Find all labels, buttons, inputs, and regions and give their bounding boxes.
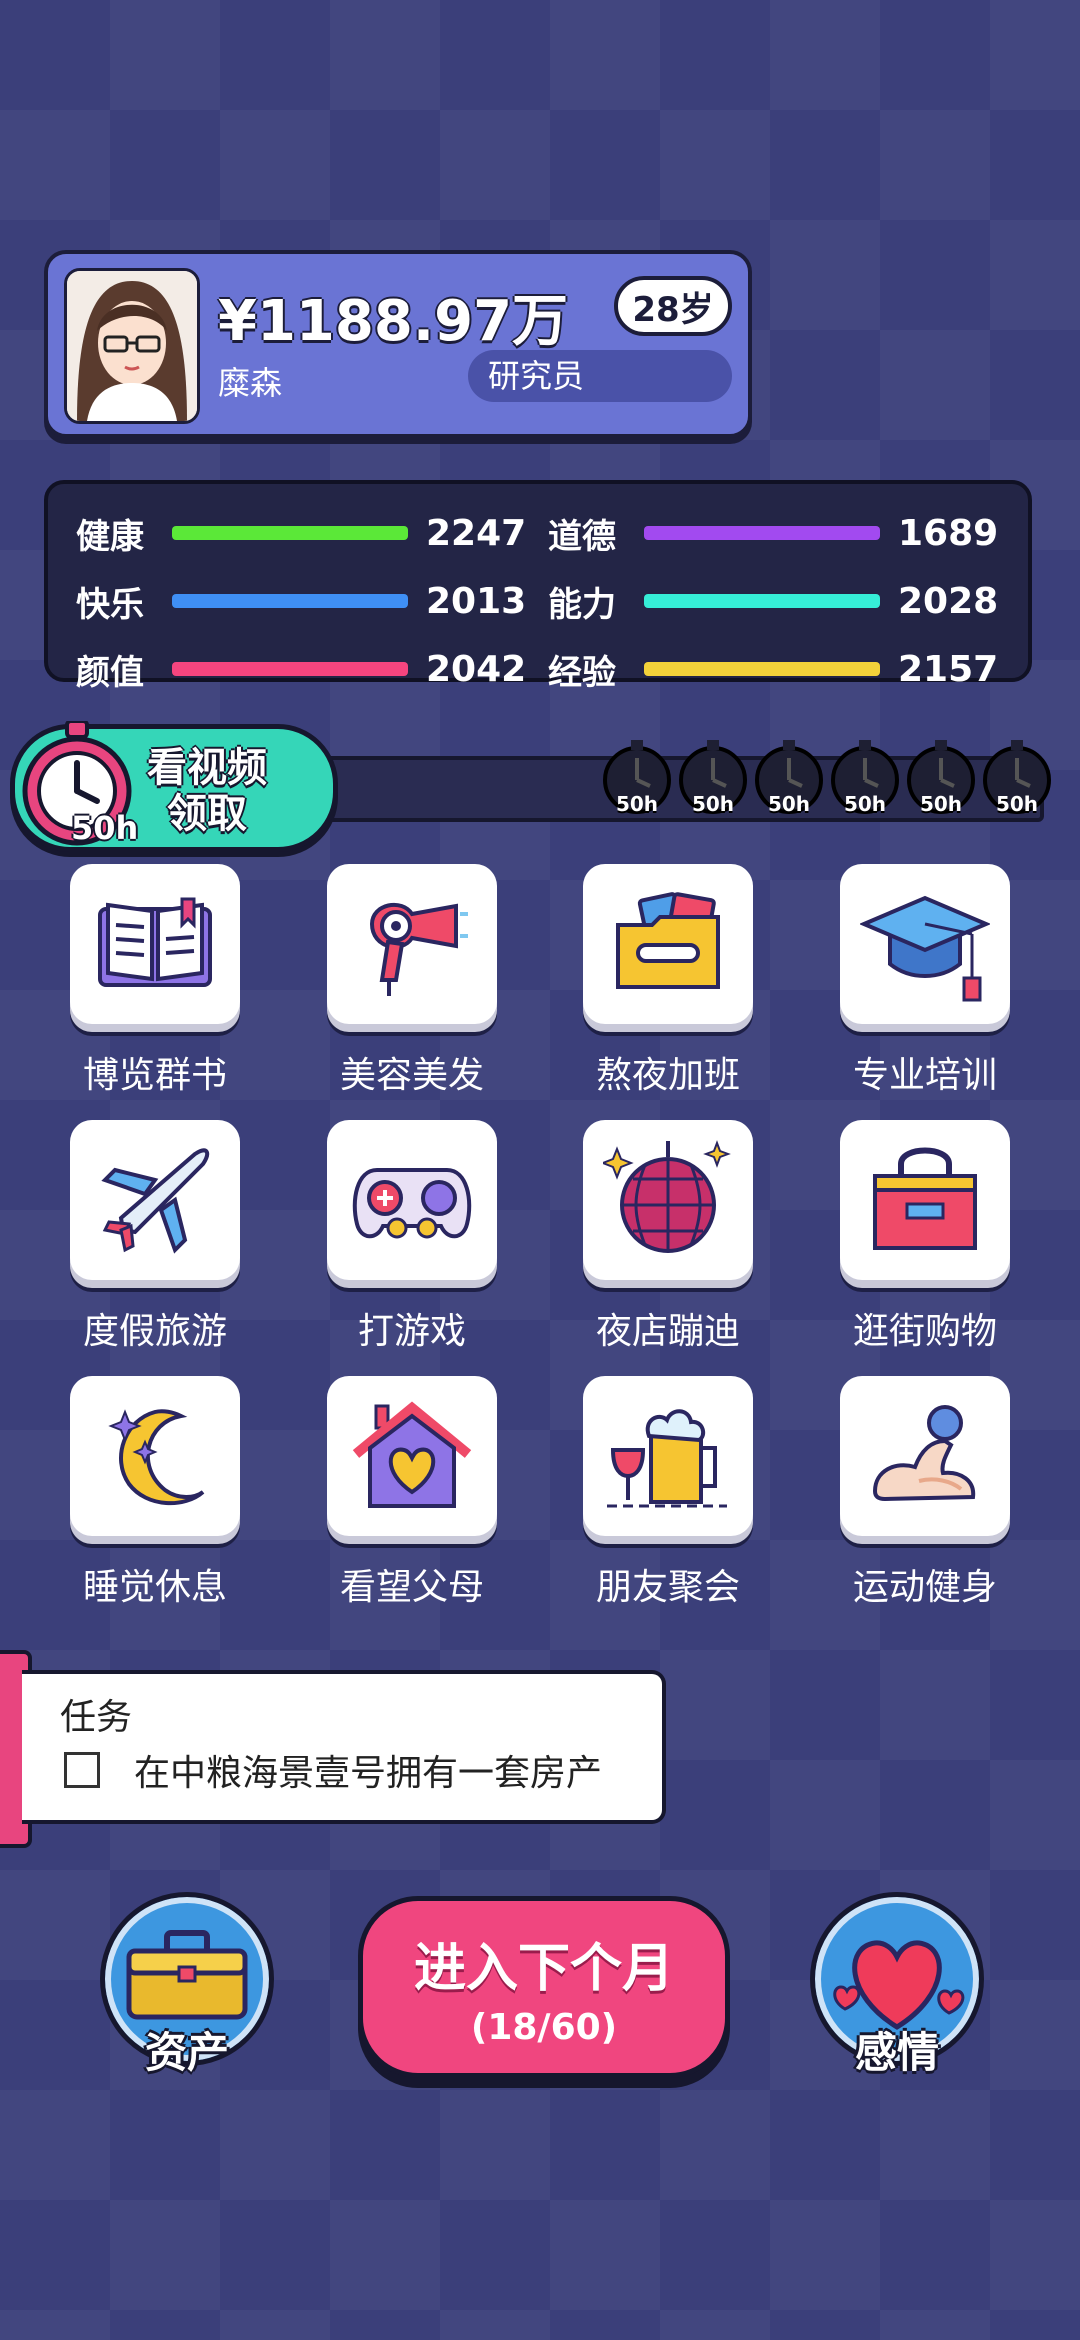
- stat-label: 健康: [76, 516, 144, 557]
- activity-label: 逛街购物: [852, 1311, 997, 1352]
- stat-value: 2042: [426, 648, 527, 690]
- activity-training[interactable]: 专业培训: [840, 864, 1010, 1098]
- activity-label: 专业培训: [852, 1055, 997, 1096]
- stat-label: 颜值: [76, 652, 144, 693]
- task-item-text: 在中粮海景壹号拥有一套房产: [134, 1753, 603, 1794]
- task-panel: 任务 在中粮海景壹号拥有一套房产: [22, 1670, 666, 1824]
- timer-label: 50h: [767, 792, 811, 816]
- task-item: 在中粮海景壹号拥有一套房产: [64, 1744, 602, 1796]
- activity-label: 睡觉休息: [82, 1567, 227, 1608]
- timer-label: 50h: [843, 792, 887, 816]
- activity-label: 夜店蹦迪: [595, 1311, 740, 1352]
- airplane-icon: [101, 1148, 210, 1254]
- disco-ball-icon: [603, 1140, 731, 1253]
- stat-bar: [644, 526, 880, 540]
- activity-friends-party[interactable]: 朋友聚会: [583, 1376, 753, 1610]
- muscle-icon: [872, 1405, 976, 1502]
- relationship-button[interactable]: 感情: [810, 1892, 984, 2077]
- video-label-line2: 领取: [167, 791, 247, 837]
- relationship-label: 感情: [854, 2028, 939, 2077]
- shopping-bag-icon: [873, 1147, 977, 1250]
- activity-label: 运动健身: [852, 1567, 997, 1608]
- stat-value: 1689: [898, 512, 999, 554]
- activity-sleep[interactable]: 睡觉休息: [70, 1376, 240, 1610]
- stopwatch-icon: 50h: [828, 734, 902, 818]
- video-label: 看视频 领取: [147, 745, 267, 837]
- job-title: 研究员: [468, 350, 732, 402]
- folder-icon: [616, 892, 720, 989]
- stat-value: 2013: [426, 580, 527, 622]
- stat-value: 2028: [898, 580, 999, 622]
- task-title: 任务: [60, 1697, 133, 1738]
- stopwatch-icon: 50h: [904, 734, 978, 818]
- gamepad-icon: [352, 1168, 472, 1239]
- house-heart-icon: [352, 1401, 472, 1508]
- beer-icon: [607, 1409, 727, 1508]
- profile-card: ¥1188.97万 28岁 糜森 研究员: [44, 250, 752, 438]
- activity-label: 度假旅游: [82, 1311, 227, 1352]
- assets-button[interactable]: 资产: [100, 1892, 274, 2077]
- stat-bar: [644, 594, 880, 608]
- timer-label: 50h: [919, 792, 963, 816]
- activity-overtime[interactable]: 熬夜加班: [583, 864, 753, 1098]
- stat-label: 能力: [548, 584, 616, 625]
- money-amount: ¥1188.97万: [218, 289, 569, 354]
- activity-play-games[interactable]: 打游戏: [327, 1120, 497, 1354]
- task-checkbox[interactable]: [64, 1752, 100, 1788]
- month-progress: (18/60): [470, 2007, 618, 2048]
- timer-label: 50h: [691, 792, 735, 816]
- player-name: 糜森: [218, 364, 283, 402]
- stat-health: 健康 2247: [76, 508, 526, 558]
- stopwatch-icon: 50h: [980, 734, 1054, 818]
- stopwatch-icon: 50h: [600, 734, 674, 818]
- activity-shopping[interactable]: 逛街购物: [840, 1120, 1010, 1354]
- stopwatch-icon: 50h: [752, 734, 826, 818]
- stopwatch-icon: 50h: [13, 719, 141, 849]
- timer-label: 50h: [995, 792, 1039, 816]
- video-badge-label: 50h: [71, 809, 139, 847]
- activity-label: 打游戏: [357, 1311, 466, 1352]
- stat-looks: 颜值 2042: [76, 644, 526, 694]
- stat-value: 2247: [426, 512, 527, 554]
- stat-bar: [644, 662, 880, 676]
- stopwatch-icon: 50h: [676, 734, 750, 818]
- activity-label: 美容美发: [339, 1055, 484, 1096]
- graduation-cap-icon: [860, 895, 990, 1002]
- stat-label: 经验: [548, 652, 616, 693]
- timer-label: 50h: [615, 792, 659, 816]
- activity-nightclub[interactable]: 夜店蹦迪: [583, 1120, 753, 1354]
- moon-icon: [108, 1409, 205, 1506]
- activity-label: 熬夜加班: [595, 1055, 740, 1096]
- stats-panel: 健康 2247 快乐 2013 颜值 2042 道德 1689 能力 2028 …: [44, 480, 1032, 693]
- stat-bar: [172, 526, 408, 540]
- activity-label: 博览群书: [82, 1055, 227, 1096]
- activity-read-books[interactable]: 博览群书: [70, 864, 240, 1098]
- activity-label: 朋友聚会: [595, 1567, 740, 1608]
- book-icon: [98, 897, 212, 987]
- stat-label: 道德: [548, 516, 616, 557]
- activity-label: 看望父母: [339, 1567, 484, 1608]
- assets-label: 资产: [144, 2028, 229, 2077]
- stat-happiness: 快乐 2013: [76, 576, 526, 626]
- activity-vacation[interactable]: 度假旅游: [70, 1120, 240, 1354]
- watch-video-button[interactable]: 50h 看视频 领取: [10, 719, 338, 852]
- activity-visit-parents[interactable]: 看望父母: [327, 1376, 497, 1610]
- stat-bar: [172, 662, 408, 676]
- hair-dryer-icon: [369, 903, 468, 996]
- next-month-label: 进入下个月: [413, 1939, 674, 1999]
- stat-experience: 经验 2157: [548, 644, 998, 694]
- stat-label: 快乐: [76, 584, 144, 625]
- activity-beauty-hair[interactable]: 美容美发: [327, 864, 497, 1098]
- next-month-button[interactable]: 进入下个月 (18/60): [358, 1896, 730, 2078]
- age-badge: 28岁: [614, 276, 732, 336]
- avatar: [64, 268, 200, 424]
- stat-morality: 道德 1689: [548, 508, 998, 558]
- video-label-line1: 看视频: [147, 745, 267, 791]
- stat-bar: [172, 594, 408, 608]
- stat-ability: 能力 2028: [548, 576, 998, 626]
- stat-value: 2157: [898, 648, 999, 690]
- activity-fitness[interactable]: 运动健身: [840, 1376, 1010, 1610]
